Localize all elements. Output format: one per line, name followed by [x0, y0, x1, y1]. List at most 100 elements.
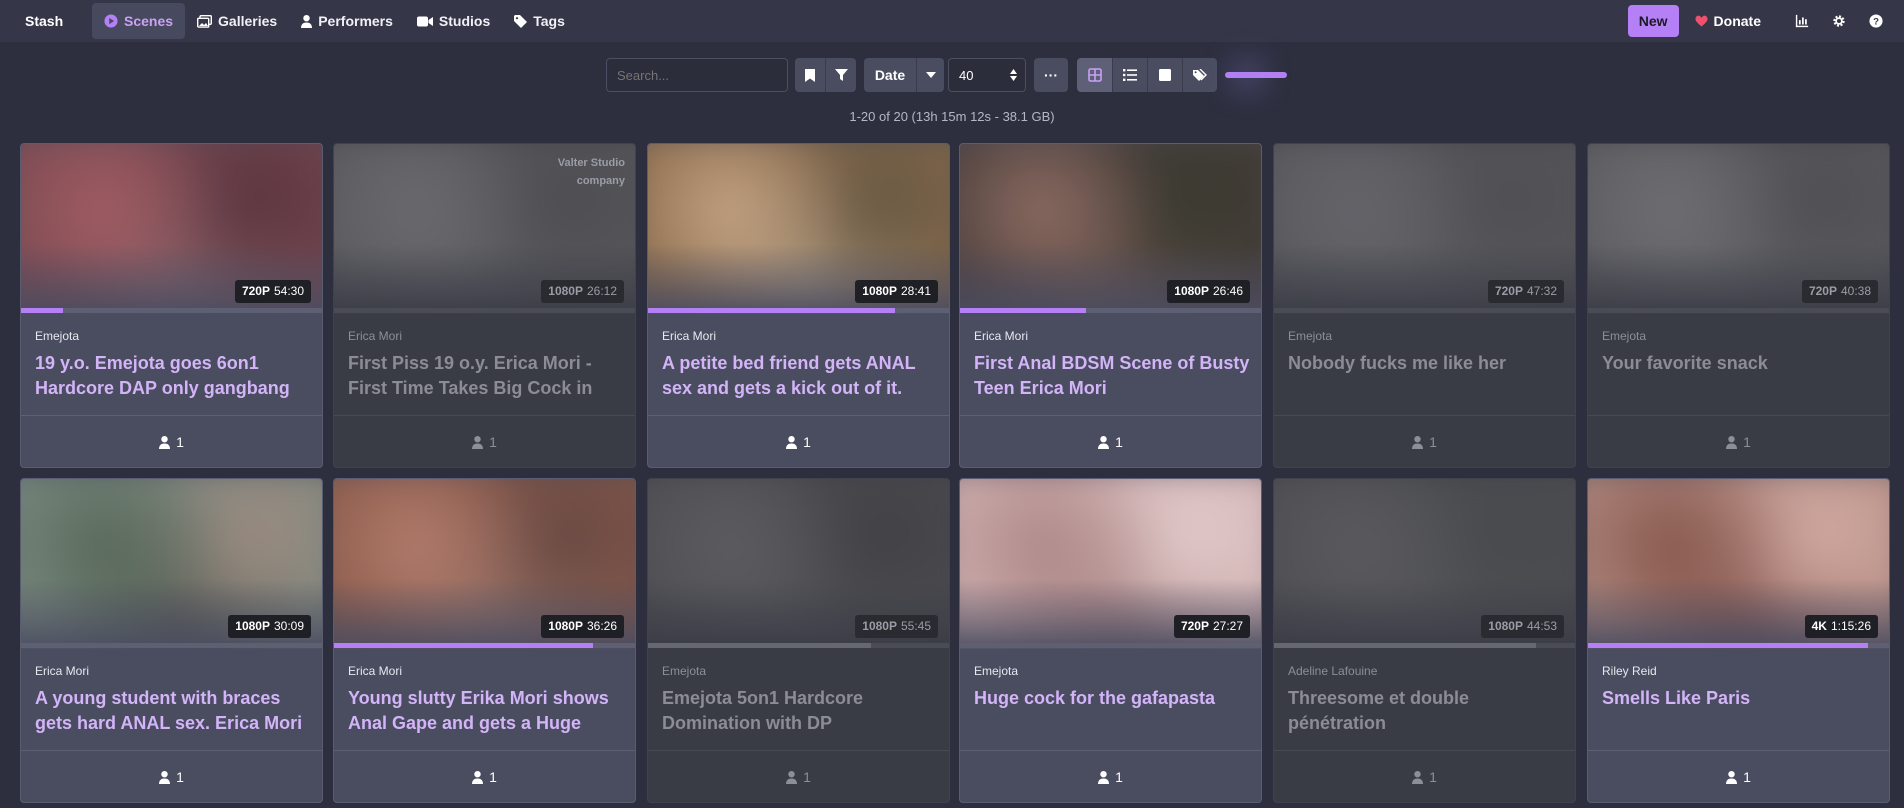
scene-card[interactable]: Valter Studio company 1080P 26:12 Erica Mori…: [333, 143, 636, 468]
scene-card[interactable]: 1080P 36:26 Erica Mori Young slutty Erika M…: [333, 478, 636, 803]
performer-count-button[interactable]: 1: [1274, 416, 1575, 467]
scene-card[interactable]: 1080P 55:45 Emejota Emejota 5on1 Hardcore D…: [647, 478, 950, 803]
performer-name[interactable]: Erica Mori: [348, 664, 402, 678]
performer-count-button[interactable]: 1: [1588, 416, 1889, 467]
scene-title[interactable]: Your favorite snack: [1602, 351, 1882, 401]
saved-filters-button[interactable]: [795, 58, 825, 92]
display-grid-button[interactable]: [1077, 58, 1112, 92]
bar-chart-icon[interactable]: [1783, 14, 1820, 28]
scene-card[interactable]: 1080P 28:41 Erica Mori A petite bed friend …: [647, 143, 950, 468]
scene-title[interactable]: A young student with braces gets hard AN…: [35, 686, 315, 736]
svg-text:?: ?: [1873, 17, 1879, 28]
scene-title[interactable]: Threesome et double pénétration: [1288, 686, 1568, 736]
resume-progress-bar: [1274, 308, 1575, 313]
scene-title[interactable]: Young slutty Erika Mori shows Anal Gape …: [348, 686, 628, 736]
performer-count-button[interactable]: 1: [960, 751, 1261, 802]
resolution-duration-badge: 4K 1:15:26: [1804, 615, 1878, 638]
per-page-select[interactable]: 40: [948, 58, 1026, 92]
duration-label: 36:26: [586, 619, 617, 633]
performer-count-button[interactable]: 1: [1588, 751, 1889, 802]
studio-overlay[interactable]: Valter Studio company: [558, 154, 625, 190]
performer-count: 1: [803, 434, 811, 450]
resolution-duration-badge: 1080P 55:45: [855, 615, 938, 638]
scene-title[interactable]: Emejota 5on1 Hardcore Domination with DP: [662, 686, 942, 736]
resume-progress-fill: [1588, 643, 1868, 648]
resume-progress-bar: [1274, 643, 1575, 648]
scene-card[interactable]: 1080P 44:53 Adeline Lafouine Threesome et d…: [1273, 478, 1576, 803]
nav-item-galleries[interactable]: Galleries: [185, 3, 289, 39]
performer-count-button[interactable]: 1: [334, 416, 635, 467]
nav-item-tags[interactable]: Tags: [502, 3, 577, 39]
performer-name[interactable]: Erica Mori: [348, 329, 402, 343]
performer-name[interactable]: Emejota: [662, 664, 706, 678]
performer-name[interactable]: Erica Mori: [662, 329, 716, 343]
new-button[interactable]: New: [1627, 5, 1679, 37]
performer-count-button[interactable]: 1: [648, 751, 949, 802]
resolution-duration-badge: 1080P 44:53: [1481, 615, 1564, 638]
scene-card[interactable]: 1080P 26:46 Erica Mori First Anal BDSM Scen…: [959, 143, 1262, 468]
scene-title[interactable]: Huge cock for the gafapasta: [974, 686, 1254, 736]
gear-icon[interactable]: [1820, 14, 1857, 28]
performer-name[interactable]: Emejota: [1288, 329, 1332, 343]
performer-name[interactable]: Emejota: [35, 329, 79, 343]
scene-title[interactable]: First Piss 19 o.y. Erica Mori - First Ti…: [348, 351, 628, 401]
resolution-label: 1080P: [862, 284, 897, 298]
help-circle-icon[interactable]: ?: [1857, 14, 1894, 28]
nav-item-studios[interactable]: Studios: [405, 3, 502, 39]
resolution-label: 1080P: [1174, 284, 1209, 298]
performer-count: 1: [489, 769, 497, 785]
duration-label: 26:46: [1212, 284, 1243, 298]
sort-by-button[interactable]: Date: [864, 58, 916, 92]
performer-count: 1: [803, 769, 811, 785]
resume-progress-fill: [648, 643, 871, 648]
performer-count-button[interactable]: 1: [21, 416, 322, 467]
scene-title[interactable]: Nobody fucks me like her: [1288, 351, 1568, 401]
resume-progress-bar: [648, 643, 949, 648]
donate-link[interactable]: Donate: [1695, 13, 1761, 29]
scene-card[interactable]: 1080P 30:09 Erica Mori A young student with…: [20, 478, 323, 803]
performer-count-button[interactable]: 1: [21, 751, 322, 802]
performer-name[interactable]: Emejota: [974, 664, 1018, 678]
performer-name[interactable]: Erica Mori: [35, 664, 89, 678]
performer-count-button[interactable]: 1: [648, 416, 949, 467]
scene-card[interactable]: 720P 27:27 Emejota Huge cock for the gafapa…: [959, 478, 1262, 803]
scene-card[interactable]: 720P 40:38 Emejota Your favorite snack 1: [1587, 143, 1890, 468]
resolution-label: 720P: [1180, 619, 1209, 633]
brand-logo[interactable]: Stash: [25, 13, 91, 29]
scene-title[interactable]: A petite bed friend gets ANAL sex and ge…: [662, 351, 942, 401]
filter-button[interactable]: [825, 58, 856, 92]
scene-card[interactable]: 720P 47:32 Emejota Nobody fucks me like her…: [1273, 143, 1576, 468]
user-icon: [159, 435, 171, 449]
performer-name[interactable]: Adeline Lafouine: [1288, 664, 1377, 678]
nav-item-performers[interactable]: Performers: [289, 3, 405, 39]
nav-item-label: Tags: [533, 13, 565, 29]
scene-title[interactable]: First Anal BDSM Scene of Busty Teen Eric…: [974, 351, 1254, 401]
performer-count-button[interactable]: 1: [334, 751, 635, 802]
display-wall-button[interactable]: [1147, 58, 1182, 92]
zoom-slider-thumb[interactable]: [1237, 65, 1257, 85]
duration-label: 27:27: [1212, 619, 1243, 633]
display-tagger-button[interactable]: [1182, 58, 1217, 92]
more-options-button[interactable]: ···: [1034, 58, 1068, 92]
resume-progress-fill: [1274, 643, 1536, 648]
resolution-label: 720P: [1494, 284, 1523, 298]
sort-direction-button[interactable]: [916, 58, 944, 92]
resolution-duration-badge: 1080P 26:46: [1167, 280, 1250, 303]
nav-item-label: Galleries: [218, 13, 278, 29]
images-icon: [197, 14, 213, 28]
performer-name[interactable]: Emejota: [1602, 329, 1646, 343]
performer-count-button[interactable]: 1: [960, 416, 1261, 467]
performer-name[interactable]: Erica Mori: [974, 329, 1028, 343]
resume-progress-bar: [648, 308, 949, 313]
performer-count: 1: [1429, 434, 1437, 450]
scene-card[interactable]: 720P 54:30 Emejota 19 y.o. Emejota goes 6on…: [20, 143, 323, 468]
scene-card[interactable]: 4K 1:15:26 Riley Reid Smells Like Paris 1: [1587, 478, 1890, 803]
zoom-slider[interactable]: [1225, 58, 1287, 92]
scene-title[interactable]: 19 y.o. Emejota goes 6on1 Hardcore DAP o…: [35, 351, 315, 401]
nav-item-scenes[interactable]: Scenes: [92, 3, 186, 39]
performer-count-button[interactable]: 1: [1274, 751, 1575, 802]
performer-name[interactable]: Riley Reid: [1602, 664, 1657, 678]
scene-title[interactable]: Smells Like Paris: [1602, 686, 1882, 736]
search-input[interactable]: [606, 58, 788, 92]
display-list-button[interactable]: [1112, 58, 1147, 92]
